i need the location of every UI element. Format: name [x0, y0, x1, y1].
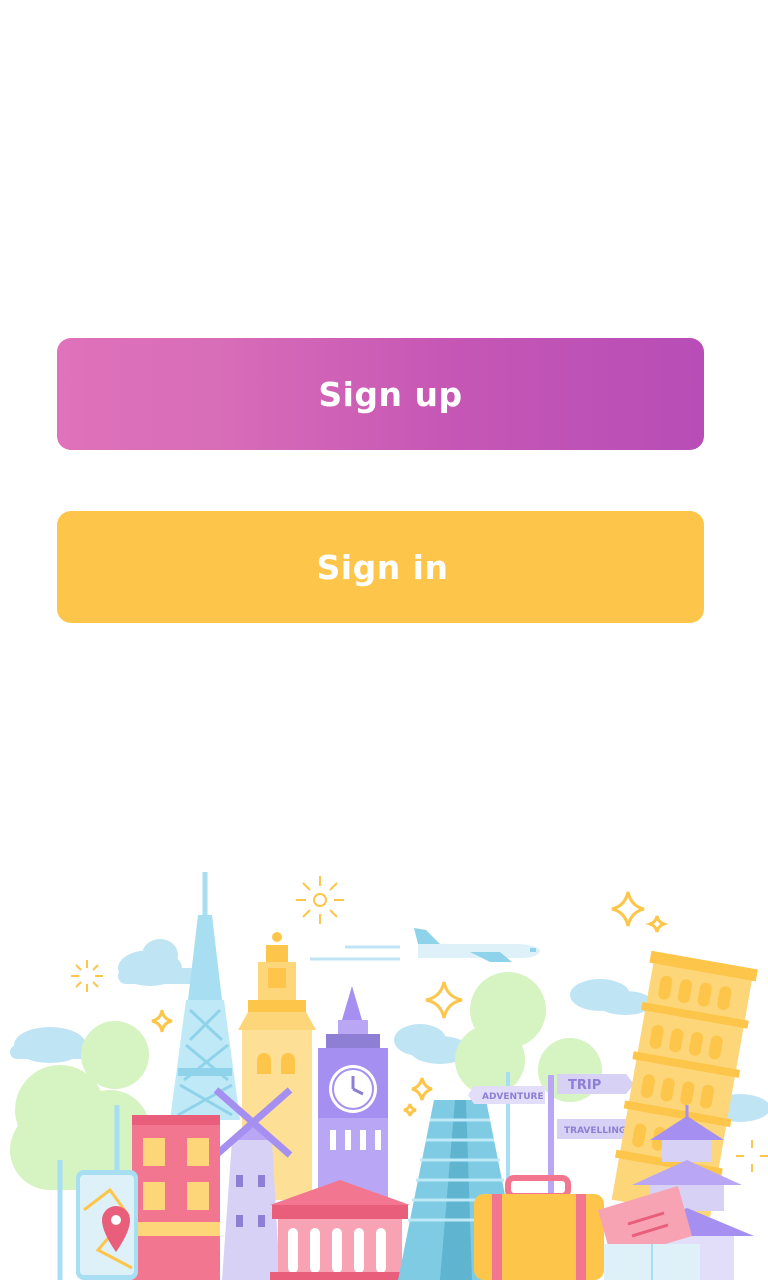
welcome-screen: Sign up Sign in TRIP ADVENTURE TRAVELLIN…: [0, 0, 768, 1280]
eiffel-tower-icon: [170, 872, 240, 1120]
sign-up-button[interactable]: Sign up: [57, 338, 704, 450]
building-pink-icon: [132, 1115, 220, 1280]
sign-trip-label: TRIP: [568, 1078, 601, 1093]
cloud-icon: [118, 939, 198, 986]
travel-landmarks-illustration: TRIP ADVENTURE TRAVELLING: [10, 872, 768, 1280]
sign-in-label: Sign in: [316, 547, 449, 587]
big-ben-icon: [318, 986, 388, 1198]
sign-adventure-label: ADVENTURE: [482, 1092, 544, 1102]
cloud-icon: [570, 979, 653, 1015]
sun-icon: [296, 876, 344, 924]
sign-in-button[interactable]: Sign in: [57, 511, 704, 623]
sign-travelling-label: TRAVELLING: [564, 1126, 626, 1136]
phone-map-icon: [76, 1170, 138, 1280]
airplane-icon: [310, 928, 540, 962]
sun-icon: [736, 1140, 768, 1172]
sign-up-label: Sign up: [318, 374, 463, 414]
sun-icon: [71, 960, 103, 992]
